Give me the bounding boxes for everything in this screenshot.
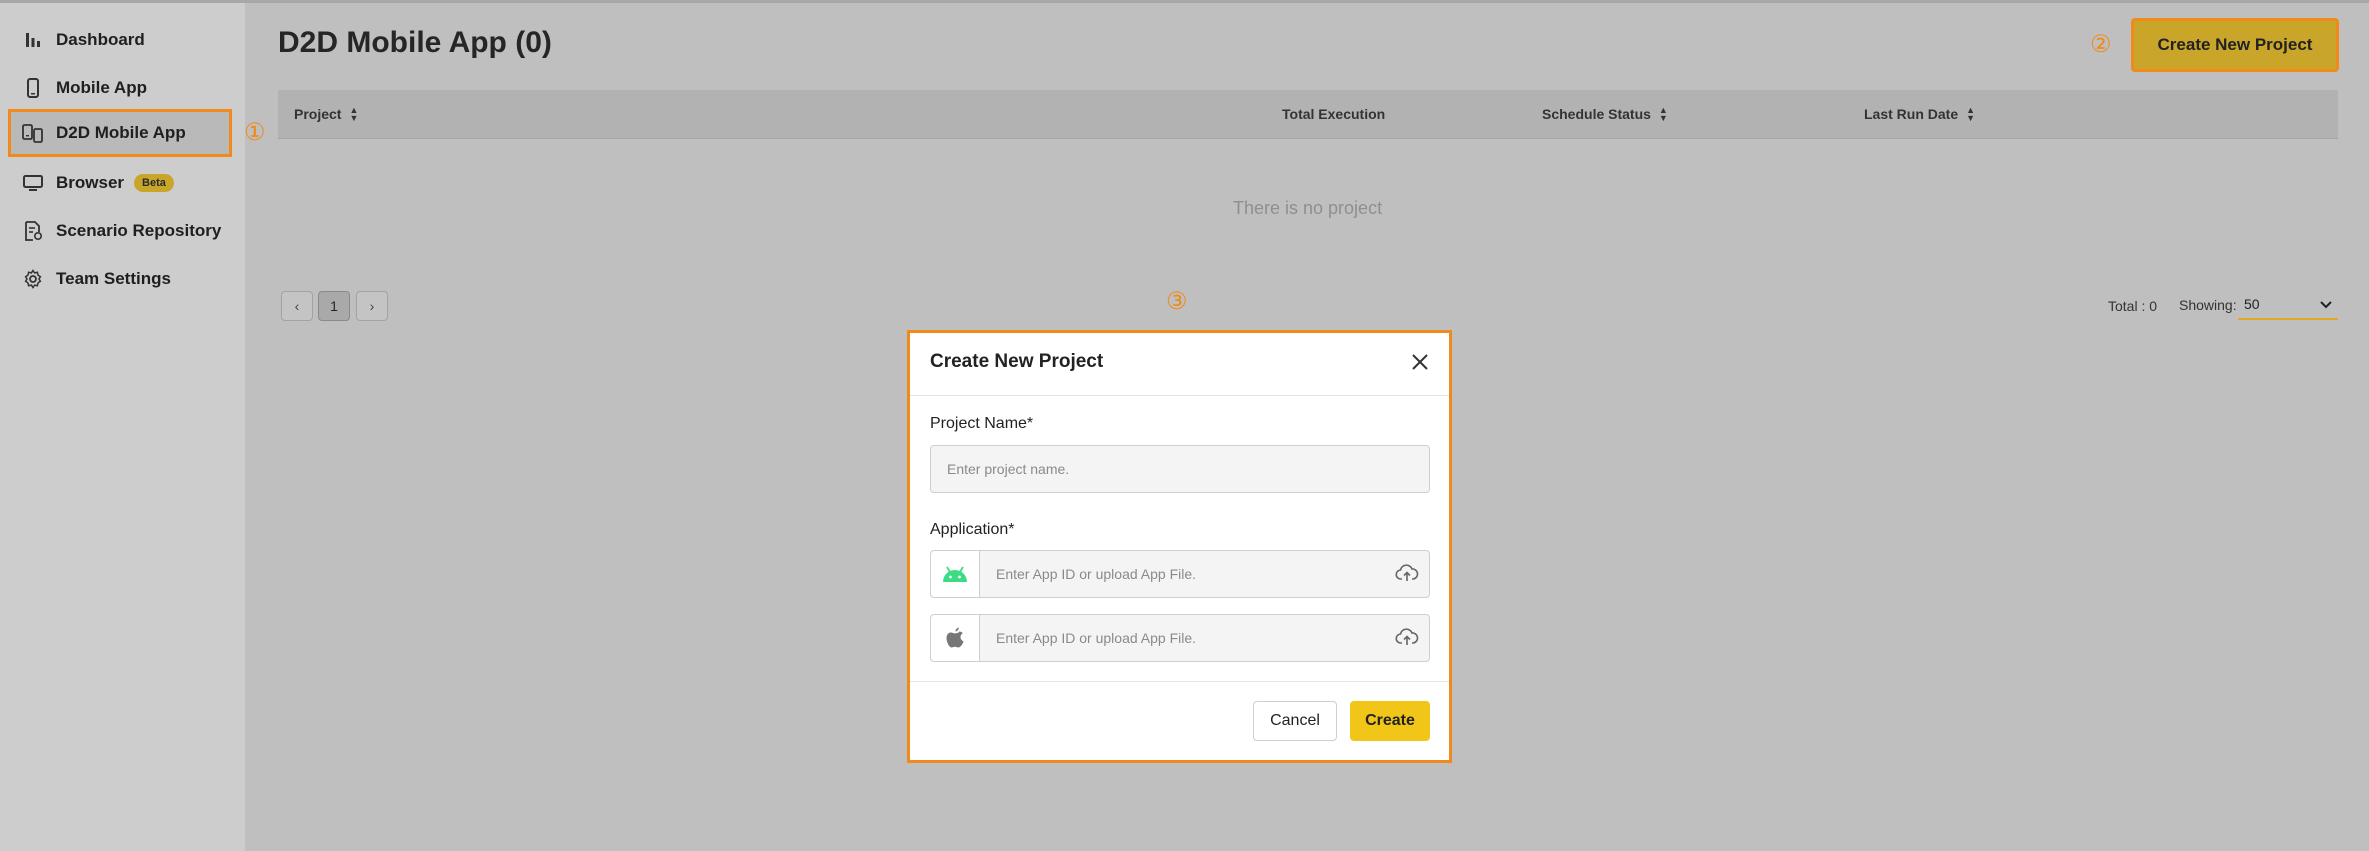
top-border [0,0,2369,3]
page-size-value: 50 [2244,296,2260,312]
sidebar-item-mobile-app[interactable]: Mobile App [8,66,230,110]
showing-label: Showing: [2179,297,2237,313]
android-app-input[interactable] [980,551,1380,597]
cloud-upload-icon[interactable] [1395,563,1419,585]
ios-app-input[interactable] [980,615,1380,661]
sort-icon: ▲ ▼ [349,105,359,123]
project-name-input[interactable] [930,445,1430,493]
create-new-project-button[interactable]: Create New Project [2131,18,2339,72]
apple-icon [931,615,980,661]
sidebar-item-label: Mobile App [56,78,147,97]
modal-footer-divider [910,681,1449,682]
android-app-field [930,550,1430,598]
empty-state-text: There is no project [1233,198,1383,218]
sort-icon: ▲ ▼ [1658,105,1668,123]
chevron-down-icon [2320,296,2332,312]
column-header-project[interactable]: Project ▲ ▼ [294,90,358,138]
sidebar-item-browser[interactable]: Browser Beta [8,161,230,205]
android-icon [931,551,980,597]
step-marker-1: ① [244,119,266,146]
sidebar-item-label: Team Settings [56,269,171,288]
cloud-upload-icon[interactable] [1395,627,1419,649]
page-title: D2D Mobile App (0) [278,26,552,59]
next-page-button[interactable]: › [356,291,388,321]
sidebar-item-scenario-repository[interactable]: Scenario Repository [8,209,230,253]
bar-chart-icon [20,27,46,53]
mobile-phone-icon [20,75,46,101]
column-header-schedule-status[interactable]: Schedule Status ▲ ▼ [1542,90,1668,138]
gear-icon [20,266,46,292]
sidebar: Dashboard Mobile App D2D Mobile App Brow… [0,3,245,851]
table-header: Project ▲ ▼ Total Execution Schedule Stat… [278,90,2338,139]
sidebar-item-team-settings[interactable]: Team Settings [8,257,230,301]
close-icon[interactable] [1409,351,1431,373]
modal-title: Create New Project [930,351,1104,372]
sidebar-item-label: Scenario Repository [56,221,222,240]
modal-divider [910,395,1449,396]
sidebar-item-d2d-mobile-app[interactable]: D2D Mobile App [8,109,232,157]
application-label: Application* [930,521,1015,538]
create-project-modal: Create New Project Project Name* Applica… [907,330,1452,763]
sidebar-item-label: Dashboard [56,30,145,49]
sidebar-item-dashboard[interactable]: Dashboard [8,18,230,62]
multi-device-icon [20,120,46,146]
project-name-label: Project Name* [930,415,1034,432]
prev-page-button[interactable]: ‹ [281,291,313,321]
total-count: Total : 0 [2108,298,2158,314]
document-settings-icon [20,218,46,244]
sidebar-item-label: Browser [56,173,125,192]
sort-icon: ▲ ▼ [1966,105,1976,123]
step-marker-3: ③ [1166,288,1188,315]
beta-badge: Beta [134,174,174,192]
sidebar-item-label: D2D Mobile App [56,123,186,142]
page-1-button[interactable]: 1 [318,291,350,321]
create-button[interactable]: Create [1350,701,1430,741]
column-header-last-run-date[interactable]: Last Run Date ▲ ▼ [1864,90,1975,138]
cancel-button[interactable]: Cancel [1253,701,1337,741]
ios-app-field [930,614,1430,662]
column-header-total-execution: Total Execution [1282,106,1386,122]
page-size-select[interactable]: 50 [2238,290,2338,320]
step-marker-2: ② [2090,31,2112,58]
monitor-icon [20,170,46,196]
